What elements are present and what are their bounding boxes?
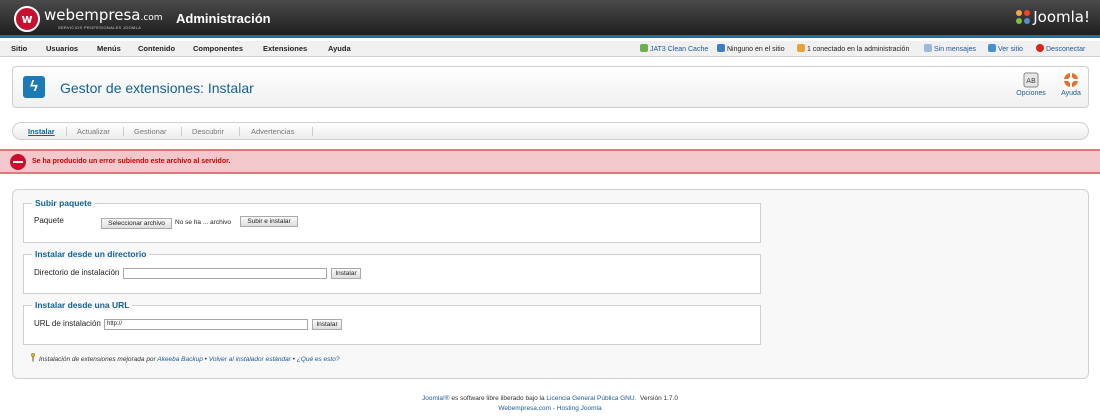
options-button[interactable]: ΑΒ Opciones xyxy=(1013,72,1049,97)
monitor-icon xyxy=(988,44,996,52)
clean-cache-link[interactable]: JAT3 Clean Cache xyxy=(640,44,708,53)
submenu-divider xyxy=(181,127,182,136)
choose-file-button[interactable]: Seleccionar archivo xyxy=(101,218,172,229)
admin-users-label: 1 conectado en la administración xyxy=(807,46,910,53)
tab-gestionar[interactable]: Gestionar xyxy=(134,127,167,136)
menu-item-ayuda[interactable]: Ayuda xyxy=(328,44,351,53)
page-toolbar: ϟ Gestor de extensiones: Instalar ΑΒ Opc… xyxy=(12,66,1089,108)
brand-tagline: SERVICIOS PROFESIONALES JOOMLA xyxy=(58,25,142,30)
view-site-label: Ver sitio xyxy=(998,46,1023,53)
admin-title: Administración xyxy=(176,11,271,26)
messages-label: Sin mensajes xyxy=(934,46,977,53)
error-message: Se ha producido un error subiendo este a… xyxy=(0,149,1100,174)
joomla-logo-text: Joomla! xyxy=(1033,8,1090,26)
version-text: Versión 1.7.0 xyxy=(640,395,678,402)
brand-text: webempresa xyxy=(44,6,141,24)
site-users-label: Ninguno en el sitio xyxy=(727,46,785,53)
url-input[interactable]: http:// xyxy=(104,319,308,330)
directory-label: Directorio de instalación xyxy=(34,268,120,277)
url-install-button[interactable]: Instalar xyxy=(312,319,342,330)
admin-users-status: 1 conectado en la administración xyxy=(797,44,909,53)
tab-actualizar[interactable]: Actualizar xyxy=(77,127,110,136)
menu-item-extensiones[interactable]: Extensiones xyxy=(263,44,307,53)
joomla-mark-icon xyxy=(1016,10,1031,24)
help-label: Ayuda xyxy=(1061,90,1081,97)
webempresa-logo-icon: w xyxy=(14,6,40,32)
note-separator: • xyxy=(204,356,207,363)
page-title: Gestor de extensiones: Instalar xyxy=(60,80,254,96)
footer: Joomla!® es software libre liberado bajo… xyxy=(0,394,1100,414)
hosting-link[interactable]: Webempresa.com - Hosting Joomla xyxy=(498,405,601,412)
menu-item-usuarios[interactable]: Usuarios xyxy=(46,44,78,53)
footer-line-2: Webempresa.com - Hosting Joomla xyxy=(0,404,1100,414)
menu-item-contenido[interactable]: Contenido xyxy=(138,44,175,53)
extension-install-icon: ϟ xyxy=(23,76,45,98)
brand-name: webempresa.com xyxy=(44,6,163,24)
submenu-divider xyxy=(123,127,124,136)
top-header: w webempresa.com SERVICIOS PROFESIONALES… xyxy=(0,0,1100,38)
key-icon xyxy=(30,353,36,362)
install-from-url-section: Instalar desde una URL URL de instalació… xyxy=(23,300,761,345)
error-text: Se ha producido un error subiendo este a… xyxy=(32,158,231,165)
url-label: URL de instalación xyxy=(34,319,101,328)
upload-install-button[interactable]: Subir e instalar xyxy=(240,216,298,227)
note-separator: • xyxy=(292,356,295,363)
url-legend: Instalar desde una URL xyxy=(32,300,133,310)
admin-users-icon xyxy=(797,44,805,52)
logout-link[interactable]: Desconectar xyxy=(1036,44,1085,53)
note-text: Instalación de extensiones mejorada por xyxy=(39,356,156,363)
main-menu: Sitio Usuarios Menús Contenido Component… xyxy=(0,41,1100,57)
users-icon xyxy=(717,44,725,52)
messages-link[interactable]: Sin mensajes xyxy=(924,44,976,53)
cache-icon xyxy=(640,44,648,52)
options-icon: ΑΒ xyxy=(1023,72,1039,88)
lifebuoy-icon xyxy=(1063,72,1079,88)
logo-mark: w xyxy=(21,12,33,26)
installer-panel: Subir paquete Paquete Seleccionar archiv… xyxy=(12,189,1089,379)
directory-input[interactable] xyxy=(123,268,327,279)
logout-label: Desconectar xyxy=(1046,46,1086,53)
brand-suffix: .com xyxy=(140,13,163,23)
directory-install-button[interactable]: Instalar xyxy=(331,268,361,279)
tab-instalar[interactable]: Instalar xyxy=(28,127,55,136)
directory-legend: Instalar desde un directorio xyxy=(32,249,150,259)
tab-advertencias[interactable]: Advertencias xyxy=(251,127,294,136)
installer-note: Instalación de extensiones mejorada por … xyxy=(30,353,339,363)
tab-descubrir[interactable]: Descubrir xyxy=(192,127,224,136)
help-button[interactable]: Ayuda xyxy=(1053,72,1089,97)
power-icon xyxy=(1036,44,1044,52)
menu-item-sitio[interactable]: Sitio xyxy=(11,44,27,53)
menu-item-componentes[interactable]: Componentes xyxy=(193,44,243,53)
svg-text:ΑΒ: ΑΒ xyxy=(1026,77,1036,85)
joomla-logo: Joomla! xyxy=(1015,8,1090,26)
what-is-this-link[interactable]: ¿Qué es esto? xyxy=(297,356,340,363)
clean-cache-label: JAT3 Clean Cache xyxy=(650,46,709,53)
footer-line-1: Joomla!® es software libre liberado bajo… xyxy=(0,394,1100,404)
submenu-divider xyxy=(239,127,240,136)
upload-package-section: Subir paquete Paquete Seleccionar archiv… xyxy=(23,198,761,243)
options-label: Opciones xyxy=(1016,90,1046,97)
error-icon xyxy=(10,154,26,170)
installer-submenu: Instalar Actualizar Gestionar Descubrir … xyxy=(12,122,1089,140)
menu-item-menus[interactable]: Menús xyxy=(97,44,121,53)
site-users-status: Ninguno en el sitio xyxy=(717,44,785,53)
submenu-divider xyxy=(312,127,313,136)
view-site-link[interactable]: Ver sitio xyxy=(988,44,1023,53)
gpl-license-link[interactable]: Licencia General Pública GNU. xyxy=(546,395,636,402)
standard-installer-link[interactable]: Volver al instalador estándar xyxy=(209,356,291,363)
joomla-link[interactable]: Joomla!® xyxy=(422,395,450,402)
file-status: No se ha ... archivo xyxy=(175,219,231,226)
install-from-directory-section: Instalar desde un directorio Directorio … xyxy=(23,249,761,294)
package-label: Paquete xyxy=(34,216,64,225)
mail-icon xyxy=(924,44,932,52)
upload-package-legend: Subir paquete xyxy=(32,198,95,208)
submenu-divider xyxy=(66,127,67,136)
footer-text: es software libre liberado bajo la xyxy=(451,395,545,402)
akeeba-backup-link[interactable]: Akeeba Backup xyxy=(157,356,203,363)
